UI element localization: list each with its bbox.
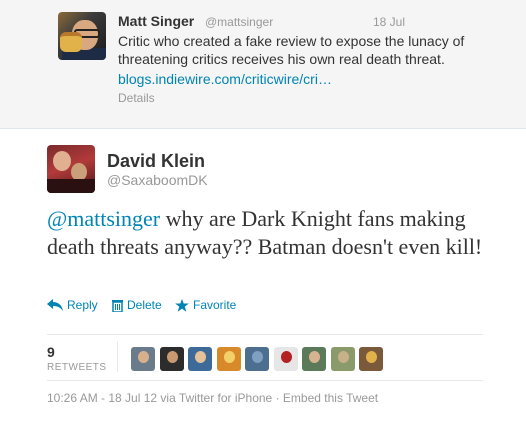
reply-icon bbox=[47, 299, 63, 311]
quoted-tweet-text: Critic who created a fake review to expo… bbox=[118, 33, 465, 67]
tweet-meta: 10:26 AM - 18 Jul 12 via Twitter for iPh… bbox=[47, 391, 378, 405]
reply-button[interactable]: Reply bbox=[47, 298, 98, 312]
retweeter-avatar[interactable] bbox=[188, 347, 212, 371]
delete-label: Delete bbox=[127, 298, 162, 312]
reply-label: Reply bbox=[67, 298, 98, 312]
author-avatar[interactable] bbox=[47, 145, 95, 193]
delete-button[interactable]: Delete bbox=[112, 298, 162, 312]
quoted-author-handle[interactable]: @mattsinger bbox=[205, 15, 273, 29]
retweet-label: RETWEETS bbox=[47, 362, 107, 373]
tweet-timestamp[interactable]: 10:26 AM - 18 Jul 12 via Twitter for iPh… bbox=[47, 391, 272, 405]
quoted-tweet-date[interactable]: 18 Jul bbox=[373, 15, 405, 29]
retweeter-avatar[interactable] bbox=[359, 347, 383, 371]
quoted-tweet[interactable]: Matt Singer @mattsinger 18 Jul Critic wh… bbox=[0, 0, 526, 129]
divider bbox=[47, 380, 483, 381]
divider bbox=[47, 334, 483, 335]
trash-icon bbox=[112, 299, 123, 312]
author-handle[interactable]: @SaxaboomDK bbox=[107, 172, 208, 188]
retweeter-avatar[interactable] bbox=[330, 347, 355, 371]
divider bbox=[117, 342, 118, 372]
retweeter-avatar[interactable] bbox=[159, 347, 184, 371]
retweeter-avatar[interactable] bbox=[302, 347, 326, 371]
quoted-author-avatar[interactable] bbox=[58, 12, 106, 60]
star-icon bbox=[175, 298, 189, 312]
tweet-text: @mattsinger why are Dark Knight fans mak… bbox=[47, 205, 487, 261]
details-link[interactable]: Details bbox=[118, 91, 155, 105]
retweet-count[interactable]: 9 bbox=[47, 344, 55, 360]
retweeter-avatar[interactable] bbox=[216, 347, 241, 371]
author-name[interactable]: David Klein bbox=[107, 151, 205, 172]
favorite-button[interactable]: Favorite bbox=[175, 298, 236, 312]
retweeter-avatar[interactable] bbox=[131, 347, 155, 371]
quoted-author-name[interactable]: Matt Singer bbox=[118, 13, 194, 29]
meta-separator: · bbox=[275, 391, 280, 405]
mention-link[interactable]: @mattsinger bbox=[47, 206, 160, 231]
quoted-tweet-link[interactable]: blogs.indiewire.com/criticwire/cri… bbox=[118, 71, 332, 87]
retweeter-avatar[interactable] bbox=[273, 347, 298, 371]
embed-tweet-link[interactable]: Embed this Tweet bbox=[283, 391, 378, 405]
retweeter-avatar[interactable] bbox=[245, 347, 269, 371]
favorite-label: Favorite bbox=[193, 298, 237, 312]
